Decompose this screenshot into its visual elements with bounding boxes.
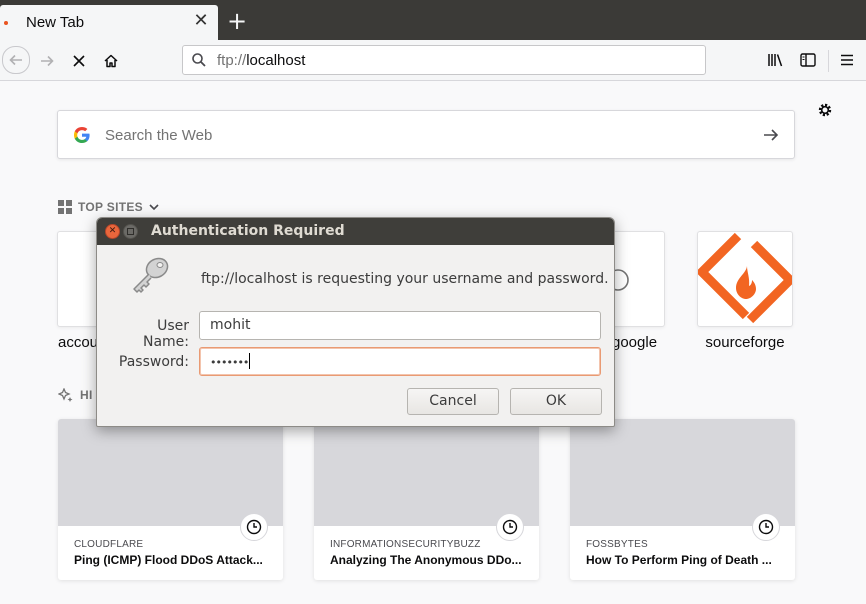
- dialog-titlebar[interactable]: ✕ Authentication Required: [97, 218, 614, 245]
- search-placeholder: Search the Web: [105, 127, 213, 144]
- password-label: Password:: [118, 354, 189, 370]
- text-caret: [249, 353, 251, 369]
- password-field[interactable]: •••••••: [199, 347, 601, 376]
- tab-title: New Tab: [26, 14, 85, 31]
- highlights-sparkle-icon: [58, 388, 73, 402]
- highlight-source: INFORMATIONSECURITYBUZZ: [330, 539, 481, 550]
- stop-x-icon: [73, 55, 85, 67]
- clock-icon: [752, 513, 780, 541]
- nav-bar: ftp://localhost: [0, 40, 866, 81]
- back-button[interactable]: [2, 46, 30, 74]
- menu-button[interactable]: [837, 50, 857, 70]
- dialog-message: ftp://localhost is requesting your usern…: [201, 271, 609, 287]
- top-sites-grid-icon: [58, 200, 72, 214]
- tab-close-icon[interactable]: ✕: [191, 11, 211, 31]
- username-label: User Name:: [142, 318, 189, 350]
- top-sites-header[interactable]: TOP SITES: [58, 200, 159, 214]
- highlight-title: How To Perform Ping of Death ...: [586, 553, 772, 567]
- hamburger-menu-icon: [841, 54, 853, 66]
- highlight-source: FOSSBYTES: [586, 539, 648, 550]
- tab-loading-dot: [4, 21, 8, 25]
- dialog-maximize-button[interactable]: [123, 224, 138, 239]
- tab-bar: New Tab ✕ +: [0, 0, 866, 40]
- top-sites-label: TOP SITES: [78, 200, 143, 214]
- new-tab-icon[interactable]: +: [225, 9, 249, 33]
- clock-icon: [496, 513, 524, 541]
- highlight-card[interactable]: FOSSBYTES How To Perform Ping of Death .…: [570, 419, 795, 580]
- maximize-icon: [127, 228, 134, 235]
- url-bar[interactable]: ftp://localhost: [182, 45, 706, 75]
- dialog-close-button[interactable]: ✕: [105, 224, 120, 239]
- highlight-card[interactable]: INFORMATIONSECURITYBUZZ Analyzing The An…: [314, 419, 539, 580]
- ok-button[interactable]: OK: [510, 388, 602, 415]
- dialog-title: Authentication Required: [151, 223, 345, 239]
- tab-new-tab[interactable]: New Tab ✕: [0, 5, 218, 40]
- forward-arrow-icon: [41, 55, 54, 67]
- top-site-label: sourceforge: [705, 334, 785, 351]
- auth-dialog: ✕ Authentication Required ftp://localhos…: [96, 217, 615, 427]
- highlight-card-thumbnail: [58, 419, 283, 526]
- sidebar-icon: [800, 53, 816, 67]
- highlight-card[interactable]: CLOUDFLARE Ping (ICMP) Flood DDoS Attack…: [58, 419, 283, 580]
- highlight-title: Ping (ICMP) Flood DDoS Attack...: [74, 553, 263, 567]
- search-go-arrow-icon[interactable]: [761, 125, 781, 145]
- top-site-tile-sourceforge[interactable]: [697, 231, 793, 327]
- web-search-box[interactable]: Search the Web: [57, 110, 795, 159]
- newtab-settings-button[interactable]: [816, 101, 836, 121]
- top-site-label: google: [612, 334, 658, 351]
- toolbar-divider: [828, 50, 829, 72]
- password-value: •••••••: [210, 356, 249, 369]
- highlight-source: CLOUDFLARE: [74, 539, 144, 550]
- home-icon: [104, 54, 118, 68]
- sourceforge-logo-icon: [698, 232, 792, 324]
- clock-icon: [240, 513, 268, 541]
- highlight-card-thumbnail: [570, 419, 795, 526]
- google-logo-icon: [74, 127, 90, 143]
- highlights-label: HI: [80, 388, 93, 402]
- username-field[interactable]: mohit: [199, 311, 601, 340]
- sidebar-button[interactable]: [798, 50, 818, 70]
- highlight-card-thumbnail: [314, 419, 539, 526]
- cancel-button[interactable]: Cancel: [407, 388, 499, 415]
- library-icon: [768, 54, 783, 67]
- highlight-title: Analyzing The Anonymous DDo...: [330, 553, 522, 567]
- stop-button[interactable]: [66, 48, 92, 74]
- highlights-header[interactable]: HI: [58, 388, 93, 402]
- gear-icon: [818, 103, 832, 117]
- forward-button[interactable]: [34, 48, 60, 74]
- close-icon: ✕: [108, 226, 117, 236]
- username-value: mohit: [210, 317, 251, 333]
- back-arrow-icon: [9, 54, 22, 66]
- search-icon: [192, 53, 206, 67]
- key-icon: [133, 257, 169, 293]
- url-text: ftp://localhost: [217, 52, 306, 69]
- library-button[interactable]: [766, 50, 786, 70]
- chevron-down-icon: [149, 204, 159, 211]
- home-button[interactable]: [98, 48, 124, 74]
